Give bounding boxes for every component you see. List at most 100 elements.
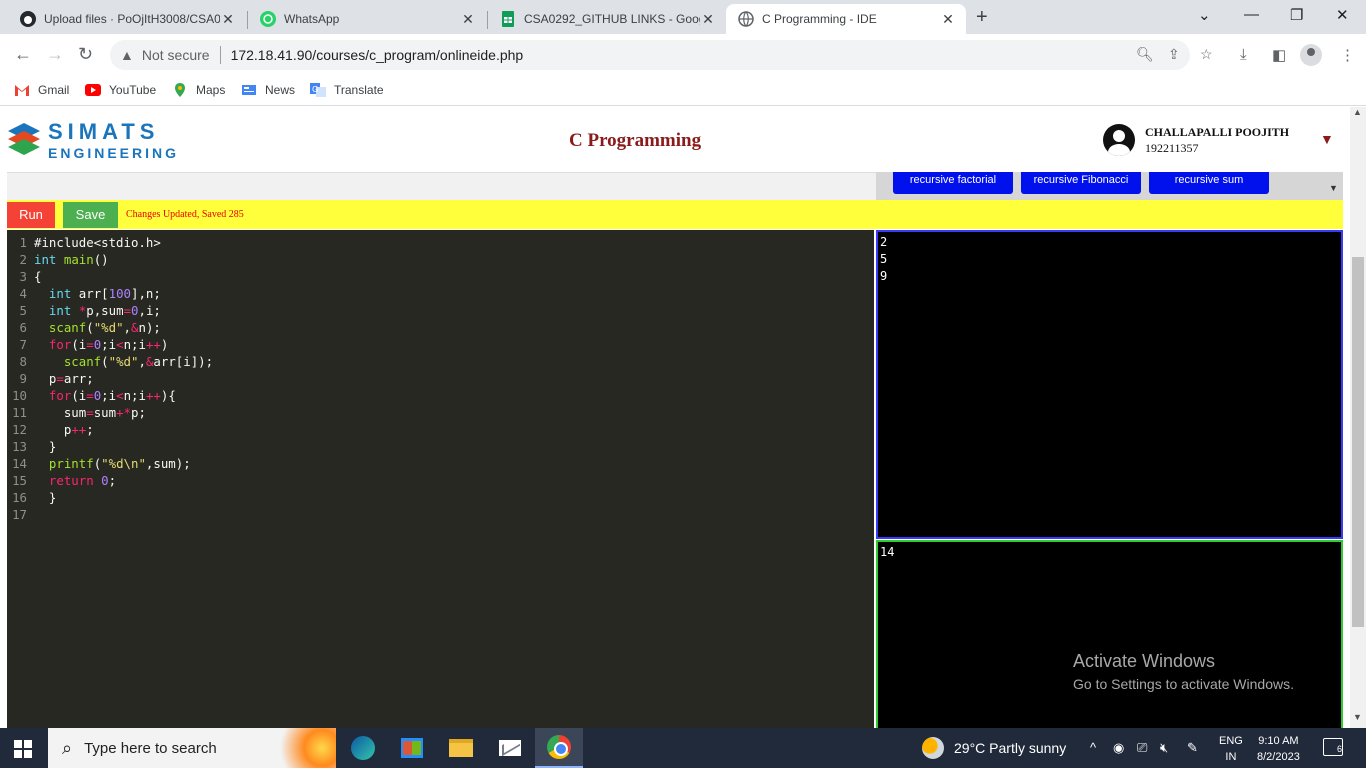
tab-search-icon[interactable]: ⌄ <box>1198 6 1211 24</box>
code-line: scanf("%d",&arr[i]); <box>63 354 214 369</box>
sample-button-recursive-sum[interactable]: recursive sum <box>1149 172 1269 194</box>
close-window-button[interactable]: ✕ <box>1336 6 1349 24</box>
chrome-icon <box>547 735 571 759</box>
bookmark-label: News <box>265 83 296 97</box>
stdin-input-pane[interactable]: 2 5 9 <box>876 230 1343 539</box>
search-icon: ⌕ <box>62 737 73 758</box>
profile-avatar[interactable] <box>1300 44 1322 66</box>
tab-title: Upload files · PoOjItH3008/CSA0 <box>44 12 220 26</box>
page-title: C Programming <box>569 130 702 151</box>
watermark-title: Activate Windows <box>1073 651 1216 671</box>
security-label[interactable]: Not secure <box>142 47 210 63</box>
menu-icon[interactable]: ⋮ <box>1340 46 1355 64</box>
region-code: IN <box>1225 751 1237 763</box>
address-bar[interactable]: ▲ Not secure 172.18.41.90/courses/c_prog… <box>110 40 1213 70</box>
url-text[interactable]: 172.18.41.90/courses/c_program/onlineide… <box>231 47 524 63</box>
sample-button-recursive-fibonacci[interactable]: recursive Fibonacci <box>1021 172 1141 194</box>
scroll-up-icon[interactable]: ▲ <box>1353 107 1362 117</box>
zoom-icon[interactable]: 🔍︎ <box>1136 46 1154 63</box>
folder-icon <box>449 739 473 757</box>
network-icon[interactable]: ⎚ <box>1137 740 1147 756</box>
weather-text[interactable]: 29°C Partly sunny <box>954 740 1066 756</box>
language-indicator[interactable]: ENG IN <box>1219 733 1243 765</box>
weather-icon[interactable] <box>922 737 944 759</box>
user-avatar-icon[interactable] <box>1103 124 1135 156</box>
action-bar: Run Save Changes Updated, Saved 285 <box>7 200 1343 229</box>
forward-icon[interactable]: → <box>46 44 64 65</box>
notification-center-icon[interactable]: 6 <box>1323 738 1343 756</box>
meet-now-icon[interactable]: ◉ <box>1113 740 1124 756</box>
close-icon[interactable]: ✕ <box>460 11 476 28</box>
chrome-taskbar-button[interactable] <box>535 728 583 768</box>
explorer-taskbar-button[interactable] <box>437 728 485 768</box>
mail-taskbar-button[interactable] <box>486 728 534 768</box>
share-icon[interactable]: ⇪ <box>1168 46 1180 63</box>
code-line: } <box>34 490 57 505</box>
bookmark-label: YouTube <box>109 83 157 97</box>
clock-date: 8/2/2023 <box>1257 751 1300 763</box>
reload-icon[interactable]: ↻ <box>78 44 93 65</box>
edge-icon <box>351 736 375 760</box>
scroll-down-icon[interactable]: ▼ <box>1353 712 1362 722</box>
chevron-up-icon[interactable]: ^ <box>1090 740 1096 755</box>
scrollbar-thumb[interactable] <box>1352 257 1364 627</box>
edge-taskbar-button[interactable] <box>339 728 387 768</box>
code-line: } <box>34 439 57 454</box>
run-button[interactable]: Run <box>7 202 55 228</box>
code-line: printf("%d\n",sum); <box>48 456 191 471</box>
save-status: Changes Updated, Saved 285 <box>126 209 244 220</box>
sample-button-recursive-factorial[interactable]: recursive factorial <box>893 172 1013 194</box>
bookmark-news[interactable]: News <box>241 83 295 97</box>
new-tab-button[interactable]: + <box>976 6 988 29</box>
tab-c-programming[interactable]: C Programming - IDE ✕ <box>726 4 966 34</box>
close-icon[interactable]: ✕ <box>700 11 716 28</box>
volume-muted-icon[interactable]: 🔇︎ <box>1160 740 1168 756</box>
code-editor[interactable]: 1 #include<stdio.h> 2 int main() 3{ 4 int … <box>7 230 874 728</box>
search-highlight-icon <box>266 728 336 768</box>
taskbar-search-box[interactable]: ⌕ Type here to search <box>48 728 336 768</box>
windows-start-icon[interactable] <box>14 740 32 758</box>
bookmark-maps[interactable]: Maps <box>172 83 225 97</box>
close-icon[interactable]: ✕ <box>220 11 236 28</box>
bookmark-gmail[interactable]: Gmail <box>14 83 69 97</box>
bookmark-star-icon[interactable]: ☆ <box>1200 46 1213 63</box>
download-icon[interactable]: ⤓ <box>1240 46 1247 63</box>
minimize-button[interactable]: — <box>1244 6 1259 23</box>
restore-button[interactable]: ❐ <box>1290 6 1303 24</box>
side-panel-icon[interactable]: ◧ <box>1272 46 1286 64</box>
tab-title: CSA0292_GITHUB LINKS - Googl <box>524 12 700 26</box>
user-menu-caret-icon[interactable]: ▼ <box>1320 131 1334 147</box>
stdin-text[interactable]: 2 5 9 <box>878 232 1341 285</box>
github-icon <box>20 11 36 27</box>
code-line: return 0; <box>48 473 117 488</box>
language-code: ENG <box>1219 735 1243 747</box>
store-taskbar-button[interactable] <box>388 728 436 768</box>
bookmark-youtube[interactable]: YouTube <box>85 83 156 97</box>
close-icon[interactable]: ✕ <box>940 11 956 28</box>
code-line: sum=sum+*p; <box>34 405 146 420</box>
system-clock[interactable]: 9:10 AM 8/2/2023 <box>1257 733 1300 765</box>
svg-text:G: G <box>312 85 318 94</box>
translate-icon: G <box>310 83 326 97</box>
page-scrollbar[interactable]: ▲ ▼ <box>1350 107 1366 728</box>
tab-whatsapp[interactable]: WhatsApp ✕ <box>248 4 486 34</box>
user-id: 192211357 <box>1145 141 1199 155</box>
back-icon[interactable]: ← <box>14 44 32 65</box>
code-line: for(i=0;i<n;i++){ <box>48 388 176 403</box>
logo-subtext: ENGINEERING <box>48 145 180 161</box>
watermark-subtitle: Go to Settings to activate Windows. <box>1073 676 1294 692</box>
save-button[interactable]: Save <box>63 202 118 228</box>
code-line: int *p,sum=0,i; <box>48 303 161 318</box>
clock-time: 9:10 AM <box>1258 735 1299 747</box>
pen-icon[interactable]: ✎ <box>1187 740 1198 756</box>
activate-windows-watermark: Activate Windows Go to Settings to activ… <box>1073 651 1294 692</box>
warning-icon[interactable]: ▲ <box>120 47 134 63</box>
store-icon <box>401 738 423 758</box>
stdout-text: 14 <box>880 545 895 559</box>
page-content: SIMATS ENGINEERING C Programming CHALLAP… <box>0 107 1366 728</box>
bookmarks-bar: Gmail YouTube Maps News G Translate <box>0 76 1366 106</box>
tab-github[interactable]: Upload files · PoOjItH3008/CSA0 ✕ <box>8 4 246 34</box>
bookmark-translate[interactable]: G Translate <box>310 83 384 97</box>
tab-sheets[interactable]: CSA0292_GITHUB LINKS - Googl ✕ <box>488 4 726 34</box>
sample-scroll-down-icon[interactable]: ▼ <box>1329 183 1338 193</box>
